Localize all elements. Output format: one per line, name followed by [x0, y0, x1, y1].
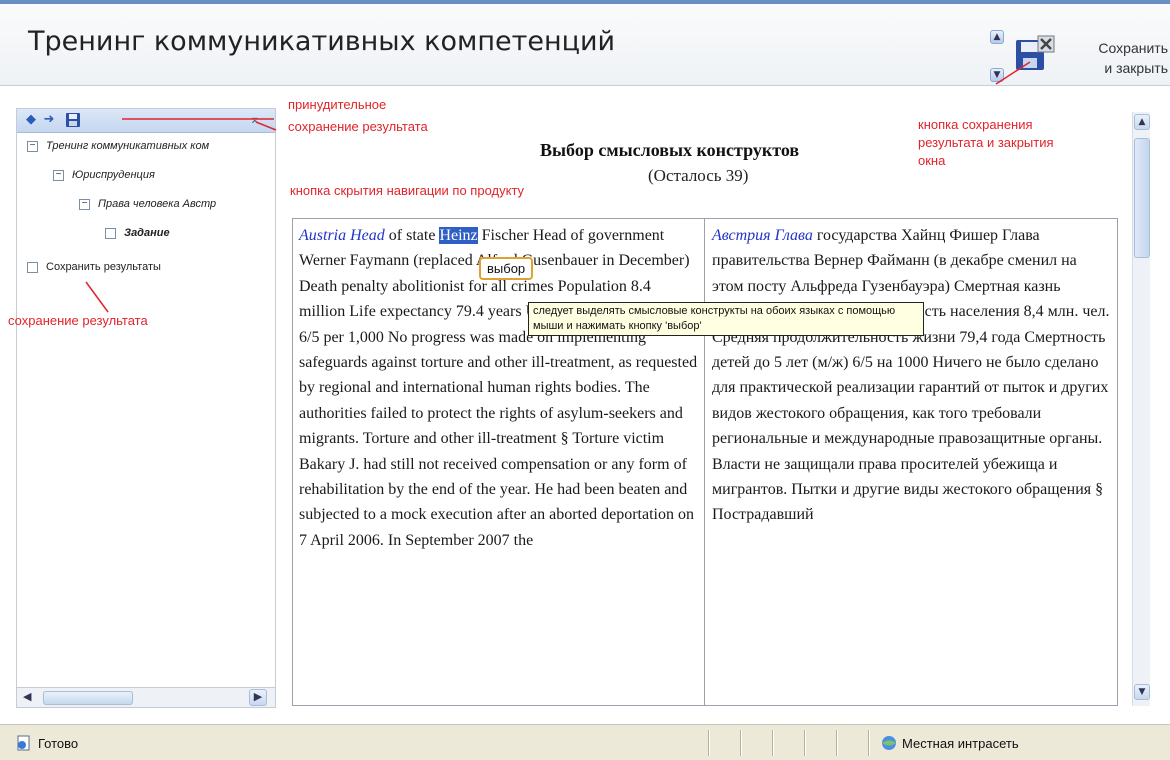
forward-arrow-icon[interactable]: ➜ [41, 112, 57, 128]
chevron-left-icon[interactable]: ◀ [23, 690, 37, 705]
annotation-line: результата и закрытия [918, 135, 1054, 150]
chevron-up-icon[interactable]: ▲ [990, 30, 1004, 44]
tree-item-task[interactable]: Задание [105, 227, 271, 239]
annotation-line: принудительное [288, 97, 387, 112]
chevron-up-icon[interactable]: ▲ [1134, 114, 1150, 130]
collapse-toggle-icon[interactable]: − [79, 198, 90, 210]
annotation-forced-save: принудительное [288, 96, 386, 114]
content-title: Выбор смысловых конструктов [540, 140, 800, 160]
annotation-line: кнопка сохранения [918, 117, 1033, 132]
russian-text-body: государства Хайнц Фишер Глава правительс… [712, 227, 1110, 524]
status-text: Готово [38, 736, 79, 751]
status-divider [740, 730, 742, 756]
tree-item-save-results[interactable]: Сохранить результаты [27, 261, 271, 273]
collapse-icon[interactable]: ⌅ [247, 112, 263, 128]
chevron-right-icon[interactable]: ▶ [249, 689, 267, 706]
back-arrow-icon[interactable]: ◆ [23, 112, 39, 128]
annotation-hide-nav: кнопка скрытия навигации по продукту [290, 183, 525, 198]
collapse-toggle-icon[interactable]: − [53, 169, 64, 181]
page-title: Тренинг коммуникативных компетенций [28, 26, 616, 57]
annotation-save-result: сохранение результата [8, 313, 148, 328]
chevron-down-icon[interactable]: ▼ [990, 68, 1004, 82]
scroll-thumb[interactable] [1134, 138, 1150, 258]
nav-toolbar: ◆ ➜ ⌅ [17, 109, 275, 133]
nav-horizontal-scrollbar[interactable]: ◀ ▶ [17, 687, 275, 707]
russian-heading-link[interactable]: Австрия Глава [712, 227, 813, 244]
collapse-toggle-icon[interactable]: − [27, 140, 38, 152]
status-divider [868, 730, 870, 756]
annotation-save-close: кнопка сохранения результата и закрытия … [918, 116, 1054, 170]
save-and-close-button[interactable]: ▲ ▼ Сохранить и закрыть [984, 18, 1168, 84]
status-divider [772, 730, 774, 756]
tree-item-human-rights[interactable]: − Права человека Австр [79, 198, 271, 210]
chevron-down-icon[interactable]: ▼ [1134, 684, 1150, 700]
tree-item-jurisprudence[interactable]: − Юриспруденция [53, 169, 271, 181]
page-icon [17, 735, 30, 751]
english-text-before: of state [384, 227, 440, 244]
status-bar: Готово Местная интрасеть [0, 724, 1170, 760]
save-icon[interactable] [65, 112, 81, 128]
tree-item-label: Юриспруденция [72, 169, 155, 181]
annotation-line: окна [918, 153, 946, 168]
remaining-count: (Осталось 39) [648, 166, 749, 185]
english-column[interactable]: Austria Head of state Heinz Fischer Head… [293, 219, 705, 705]
select-button[interactable]: выбор [479, 257, 534, 280]
app-window: Тренинг коммуникативных компетенций ▲ ▼ … [0, 0, 1170, 760]
tree-item-label: Права человека Австр [98, 198, 217, 210]
annotation-forced-save-line2: сохранение результата [288, 119, 428, 134]
russian-text[interactable]: Австрия Глава государства Хайнц Фишер Гл… [712, 223, 1112, 528]
russian-column[interactable]: Австрия Глава государства Хайнц Фишер Гл… [706, 219, 1117, 705]
selected-word[interactable]: Heinz [439, 227, 478, 244]
english-heading-link[interactable]: Austria Head [299, 227, 385, 244]
tree-item-label: Тренинг коммуникативных ком [46, 140, 210, 152]
zone-text: Местная интрасеть [902, 736, 1019, 751]
save-close-label-line1: Сохранить [1098, 40, 1168, 56]
bilingual-text-panel: Austria Head of state Heinz Fischer Head… [292, 218, 1118, 706]
tree-item-label: Задание [124, 227, 170, 239]
floppy-close-icon [1016, 35, 1055, 70]
status-divider [804, 730, 806, 756]
status-divider [708, 730, 710, 756]
tree-item-label: Сохранить результаты [46, 261, 161, 273]
tree-item-training[interactable]: − Тренинг коммуникативных ком [27, 140, 271, 152]
save-close-label: Сохранить и закрыть [1058, 38, 1168, 78]
tooltip: следует выделять смысловые конструкты на… [528, 302, 924, 336]
tree-node-icon [27, 261, 38, 273]
status-divider [836, 730, 838, 756]
scroll-thumb[interactable] [43, 691, 133, 705]
intranet-icon [882, 736, 896, 750]
navigation-pane: ◆ ➜ ⌅ − Тренинг коммуникативных ком − Юрис… [16, 108, 276, 708]
tree-node-icon [105, 227, 116, 239]
main-vertical-scrollbar[interactable]: ▲ ▼ [1132, 112, 1150, 706]
save-close-label-line2: и закрыть [1104, 60, 1168, 76]
header-bar: Тренинг коммуникативных компетенций ▲ ▼ … [0, 0, 1170, 86]
